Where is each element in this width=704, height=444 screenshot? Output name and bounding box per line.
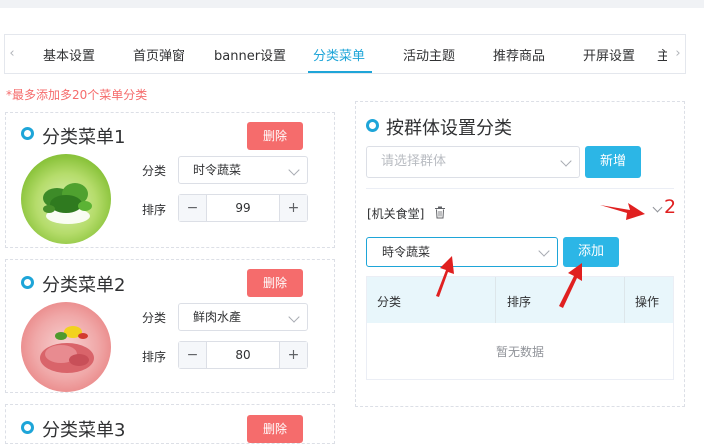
tab-home-popup[interactable]: 首页弹窗 (133, 45, 185, 64)
column-divider (624, 277, 625, 323)
column-header-category: 分类 (377, 295, 402, 309)
tab-bar: ‹ 基本设置 首页弹窗 banner设置 分类菜单 活动主题 推荐商品 开屏设置… (4, 34, 686, 74)
group-select-input[interactable]: 请选择群体 (366, 146, 580, 178)
delete-button[interactable]: 删除 (247, 122, 303, 150)
meat-illustration (40, 326, 94, 373)
tab-clipped[interactable]: 主 (657, 45, 667, 64)
panel-title: 按群体设置分类 (386, 118, 512, 139)
group-category-table: 分类 排序 操作 暂无数据 (366, 276, 674, 380)
meat-thumbnail (21, 302, 111, 392)
category-select[interactable]: 时令蔬菜 (178, 156, 308, 184)
tab-splash-settings[interactable]: 开屏设置 (583, 45, 635, 64)
category-select[interactable]: 鲜肉水產 (178, 303, 308, 331)
ring-icon (21, 276, 34, 289)
group-category-value: 時令蔬菜 (382, 245, 431, 259)
column-divider (495, 277, 496, 323)
chevron-left-icon[interactable]: ‹ (7, 47, 17, 61)
ring-icon (21, 421, 34, 434)
sort-label: 排序 (142, 203, 167, 217)
tab-banner-settings[interactable]: banner设置 (214, 45, 286, 64)
group-category-select[interactable]: 時令蔬菜 (366, 237, 558, 267)
chevron-down-icon (288, 164, 300, 176)
card-title: 分类菜单2 (42, 275, 126, 296)
ring-icon (21, 127, 34, 140)
category-select-value: 时令蔬菜 (193, 163, 242, 177)
category-select-value: 鲜肉水產 (193, 310, 242, 324)
active-tab-indicator (308, 71, 372, 73)
vegetables-illustration (43, 183, 92, 224)
group-name: [机关食堂] (367, 207, 425, 221)
delete-button[interactable]: 删除 (247, 269, 303, 297)
minus-icon[interactable]: − (179, 195, 207, 221)
tab-activity-theme[interactable]: 活动主题 (403, 45, 455, 64)
tab-basic-settings[interactable]: 基本设置 (43, 45, 95, 64)
ring-icon (366, 119, 379, 132)
card-title: 分类菜单1 (42, 127, 126, 148)
column-header-action: 操作 (635, 295, 660, 309)
table-header: 分类 排序 操作 (367, 277, 673, 323)
vegetables-thumbnail (21, 154, 111, 244)
minus-icon[interactable]: − (179, 342, 207, 368)
annotation-number: 2 (664, 196, 677, 218)
category-label: 分类 (142, 164, 167, 178)
sort-stepper[interactable]: − 99 + (178, 194, 308, 222)
sort-stepper[interactable]: − 80 + (178, 341, 308, 369)
tab-category-menu[interactable]: 分类菜单 (313, 45, 365, 64)
sort-value[interactable]: 99 (207, 195, 279, 221)
top-strip (0, 0, 704, 8)
add-category-button[interactable]: 添加 (563, 237, 619, 267)
chevron-down-icon (560, 155, 572, 167)
divider (366, 188, 674, 189)
sort-label: 排序 (142, 350, 167, 364)
chevron-down-icon (538, 245, 550, 257)
add-group-button[interactable]: 新增 (585, 146, 641, 178)
delete-button[interactable]: 删除 (247, 415, 303, 443)
card-title: 分类菜单3 (42, 420, 126, 441)
menu-limit-hint: *最多添加多20个菜单分类 (6, 88, 148, 102)
chevron-right-icon[interactable]: › (673, 47, 683, 61)
category-label: 分类 (142, 311, 167, 325)
empty-state-text: 暂无数据 (495, 345, 544, 359)
chevron-down-icon (288, 311, 300, 323)
plus-icon[interactable]: + (279, 342, 307, 368)
column-header-sort: 排序 (507, 295, 532, 309)
plus-icon[interactable]: + (279, 195, 307, 221)
tab-recommended-products[interactable]: 推荐商品 (493, 45, 545, 64)
sort-value[interactable]: 80 (207, 342, 279, 368)
trash-icon[interactable] (434, 206, 446, 219)
